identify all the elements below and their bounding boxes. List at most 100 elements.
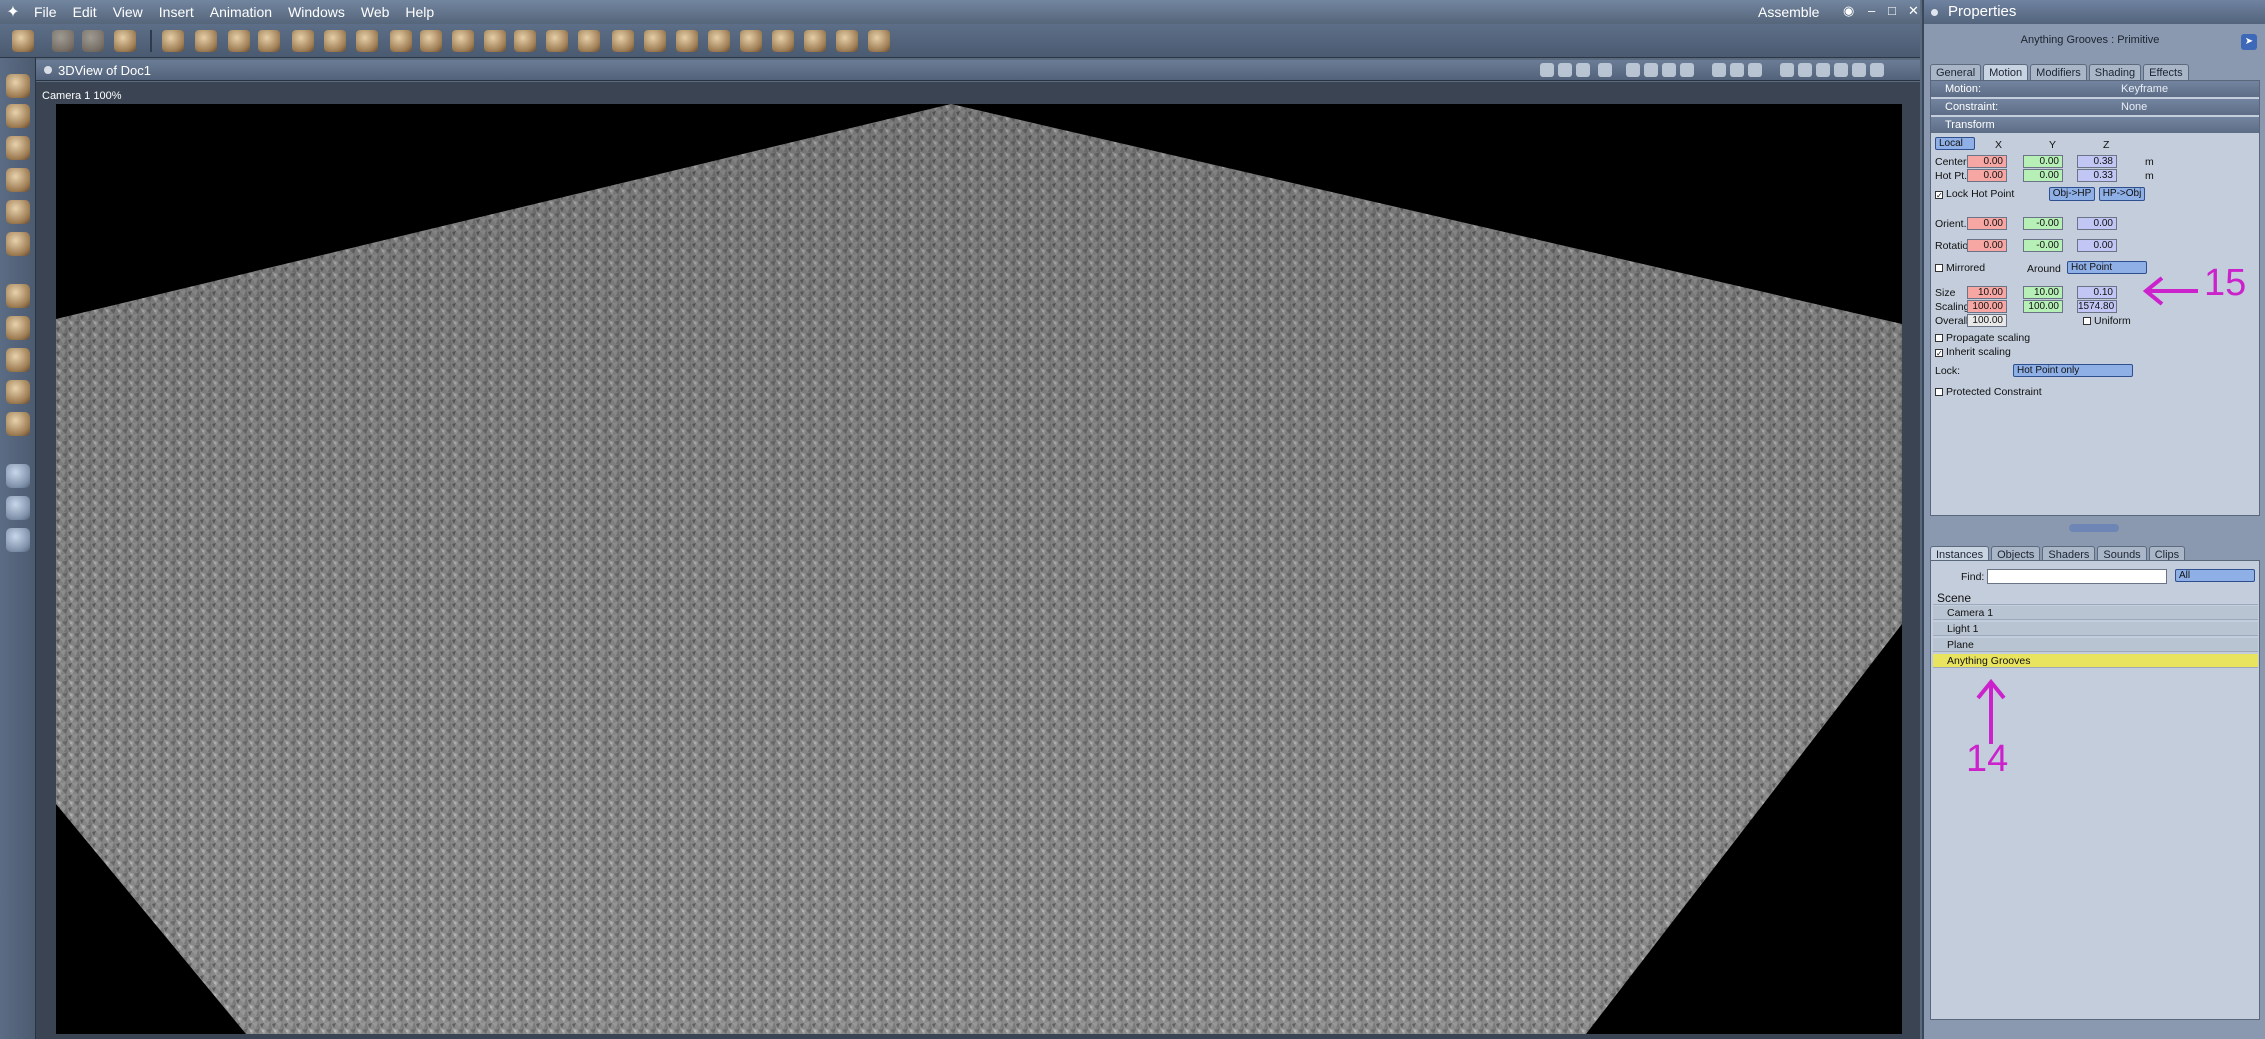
panel-splitter[interactable] [2069, 524, 2119, 532]
view-option-icon[interactable] [1598, 63, 1612, 77]
brush-tool-icon[interactable] [6, 232, 30, 256]
scene-render[interactable] [56, 104, 1902, 1034]
help-icon[interactable]: ➤ [2241, 34, 2257, 50]
render-mode-icon[interactable] [1712, 63, 1726, 77]
constraint-value[interactable]: None [2121, 99, 2147, 115]
select-tool-icon[interactable] [6, 74, 30, 98]
box-tool-icon[interactable] [6, 412, 30, 436]
orient-x-field[interactable]: 0.00 [1967, 217, 2007, 230]
render-mode-icon[interactable] [1816, 63, 1830, 77]
motion-row[interactable]: Motion: Keyframe [1931, 81, 2259, 97]
eraser-tool-icon[interactable] [114, 30, 136, 52]
render-mode-icon[interactable] [1748, 63, 1762, 77]
view-option-icon[interactable] [1558, 63, 1572, 77]
rotate-axis-icon[interactable] [6, 348, 30, 372]
rotate-tool-icon[interactable] [6, 136, 30, 160]
zoom-icon[interactable] [6, 528, 30, 552]
sphere-tool-icon[interactable] [6, 380, 30, 404]
hand-tool-icon[interactable] [52, 30, 74, 52]
primitive-tool-icon[interactable] [162, 30, 184, 52]
orient-z-field[interactable]: 0.00 [2077, 217, 2117, 230]
transform-section[interactable]: Transform [1931, 117, 2259, 133]
primitive-tool-icon[interactable] [868, 30, 890, 52]
hotpt-y-field[interactable]: 0.00 [2023, 169, 2063, 182]
tab-shading[interactable]: Shading [2088, 64, 2142, 81]
motion-value[interactable]: Keyframe [2121, 81, 2168, 97]
render-mode-icon[interactable] [1798, 63, 1812, 77]
tab-modifiers[interactable]: Modifiers [2030, 64, 2087, 81]
close-icon[interactable]: ✕ [1908, 3, 1919, 19]
hotpt-x-field[interactable]: 0.00 [1967, 169, 2007, 182]
twist-tool-icon[interactable] [6, 168, 30, 192]
scaling-y-field[interactable]: 100.00 [2023, 300, 2063, 313]
primitive-tool-icon[interactable] [514, 30, 536, 52]
camera-icon[interactable] [6, 464, 30, 488]
text-tool-icon[interactable] [324, 30, 346, 52]
list-item-light[interactable]: Light 1 [1933, 622, 2258, 636]
rotation-x-field[interactable]: 0.00 [1967, 239, 2007, 252]
render-mode-icon[interactable] [1780, 63, 1794, 77]
filter-dropdown[interactable]: All [2175, 569, 2255, 582]
primitive-tool-icon[interactable] [258, 30, 280, 52]
hp-to-obj-button[interactable]: HP->Obj [2099, 187, 2145, 201]
orient-y-field[interactable]: -0.00 [2023, 217, 2063, 230]
lock-hot-point-checkbox[interactable]: ✓ Lock Hot Point [1935, 188, 2014, 200]
list-item-camera[interactable]: Camera 1 [1933, 606, 2258, 620]
menu-edit[interactable]: Edit [65, 0, 105, 24]
primitive-tool-icon[interactable] [772, 30, 794, 52]
primitive-tool-icon[interactable] [484, 30, 506, 52]
menu-insert[interactable]: Insert [151, 0, 202, 24]
menu-web[interactable]: Web [353, 0, 398, 24]
render-mode-icon[interactable] [1852, 63, 1866, 77]
center-y-field[interactable]: 0.00 [2023, 155, 2063, 168]
list-item-plane[interactable]: Plane [1933, 638, 2258, 652]
tab-effects[interactable]: Effects [2143, 64, 2189, 81]
primitive-tool-icon[interactable] [836, 30, 858, 52]
3d-viewport[interactable]: Camera 1 100% [36, 82, 1920, 1039]
primitive-tool-icon[interactable] [740, 30, 762, 52]
scaling-x-field[interactable]: 100.00 [1967, 300, 2007, 313]
minimize-icon[interactable]: – [1868, 3, 1875, 18]
around-dropdown[interactable]: Hot Point [2067, 261, 2147, 274]
mirrored-checkbox[interactable]: Mirrored [1935, 262, 1985, 274]
primitive-tool-icon[interactable] [228, 30, 250, 52]
layout-icon[interactable] [1626, 63, 1640, 77]
primitive-tool-icon[interactable] [452, 30, 474, 52]
brush-tool-icon[interactable] [12, 30, 34, 52]
primitive-tool-icon[interactable] [420, 30, 442, 52]
primitive-tool-icon[interactable] [676, 30, 698, 52]
primitive-tool-icon[interactable] [292, 30, 314, 52]
propagate-checkbox[interactable]: Propagate scaling [1935, 332, 2030, 344]
uniform-checkbox[interactable]: Uniform [2083, 315, 2131, 327]
view-option-icon[interactable] [1576, 63, 1590, 77]
size-x-field[interactable]: 10.00 [1967, 286, 2007, 299]
find-input[interactable] [1987, 569, 2167, 584]
menu-animation[interactable]: Animation [202, 0, 280, 24]
primitive-tool-icon[interactable] [390, 30, 412, 52]
menu-help[interactable]: Help [397, 0, 442, 24]
tab-general[interactable]: General [1930, 64, 1982, 81]
obj-to-hp-button[interactable]: Obj->HP [2049, 187, 2095, 201]
view-menu-icon[interactable] [44, 66, 52, 74]
space-dropdown[interactable]: Local [1935, 137, 1975, 150]
layout-icon[interactable] [1680, 63, 1694, 77]
render-mode-icon[interactable] [1730, 63, 1744, 77]
tab-motion[interactable]: Motion [1983, 64, 2029, 81]
menu-view[interactable]: View [105, 0, 151, 24]
render-mode-icon[interactable] [1834, 63, 1848, 77]
primitive-tool-icon[interactable] [195, 30, 217, 52]
move-axis-icon[interactable] [6, 284, 30, 308]
agl-tool-icon[interactable] [578, 30, 600, 52]
scene-root[interactable]: Scene [1933, 591, 2258, 605]
hotpt-z-field[interactable]: 0.33 [2077, 169, 2117, 182]
primitive-tool-icon[interactable] [546, 30, 568, 52]
primitive-tool-icon[interactable] [708, 30, 730, 52]
maximize-icon[interactable]: □ [1888, 3, 1896, 18]
primitive-tool-icon[interactable] [356, 30, 378, 52]
protected-checkbox[interactable]: Protected Constraint [1935, 386, 2042, 398]
primitive-tool-icon[interactable] [804, 30, 826, 52]
eye-icon[interactable]: ◉ [1843, 3, 1854, 19]
size-z-field[interactable]: 0.10 [2077, 286, 2117, 299]
center-x-field[interactable]: 0.00 [1967, 155, 2007, 168]
app-logo-icon[interactable]: ✦ [0, 0, 26, 24]
